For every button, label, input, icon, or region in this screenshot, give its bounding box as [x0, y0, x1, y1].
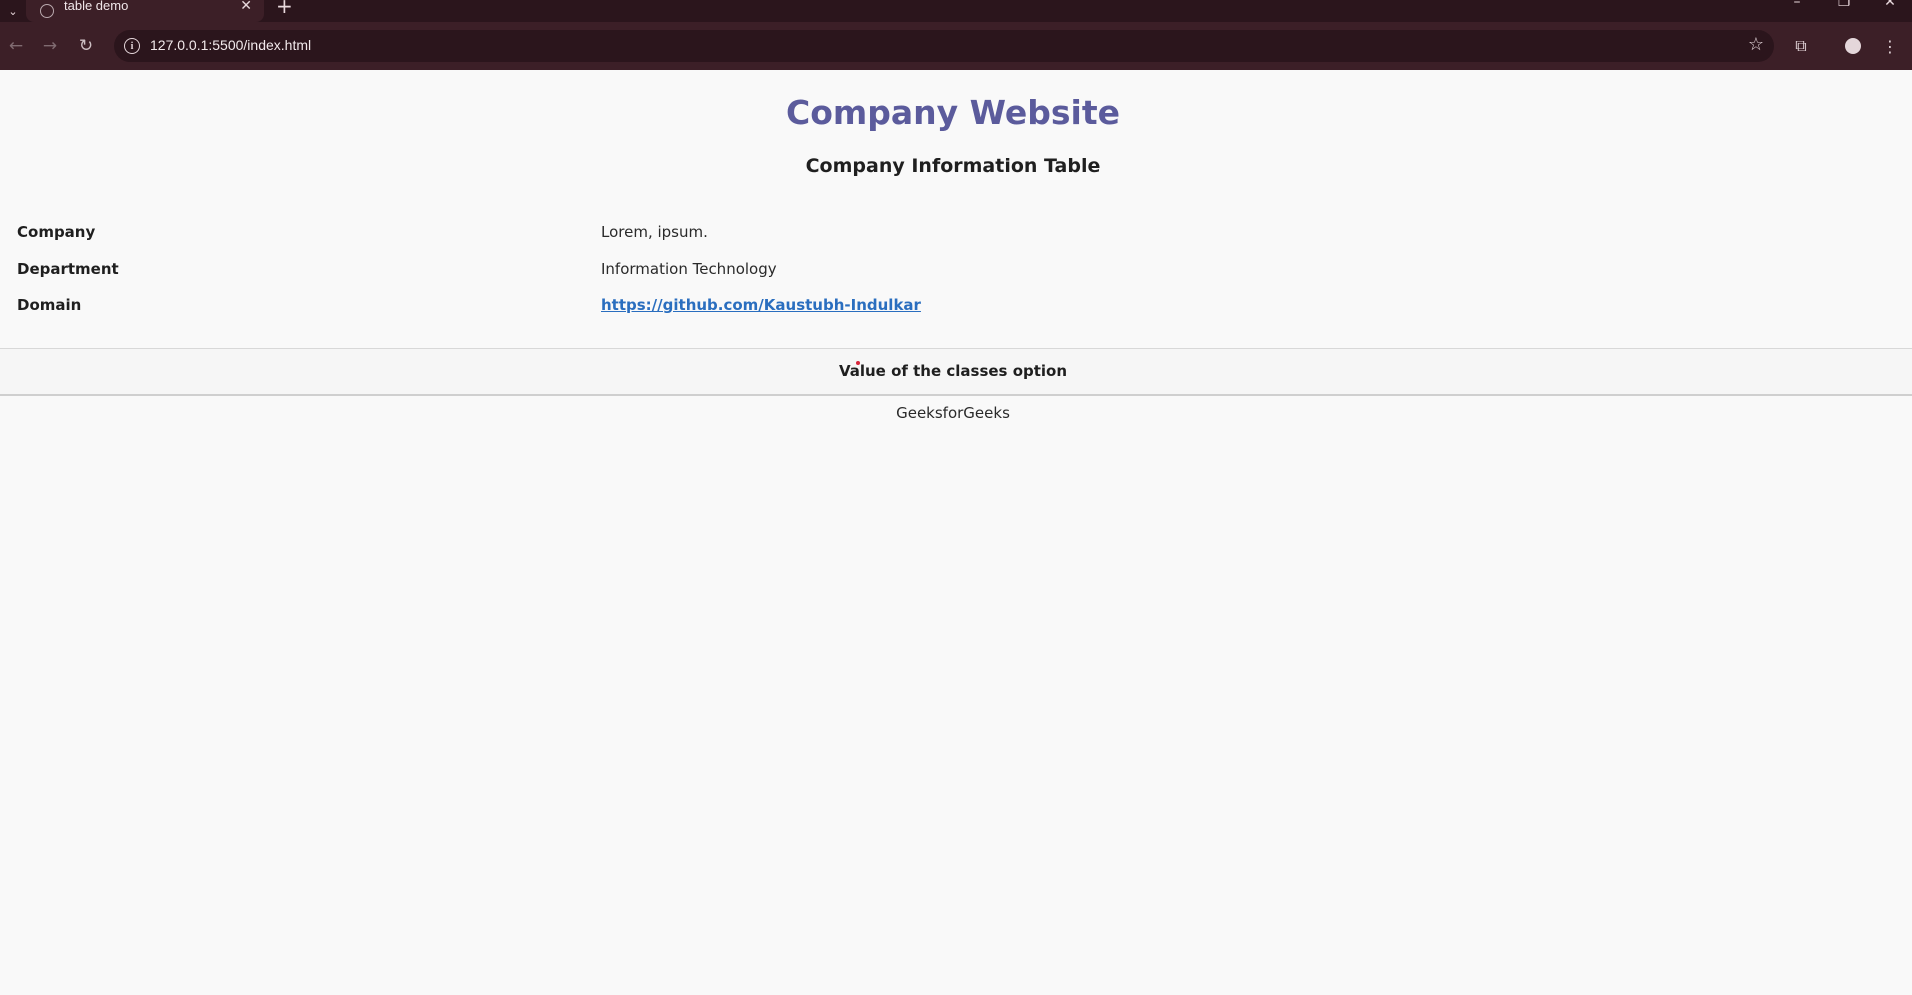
kebab-menu-icon: ⋮ — [1882, 36, 1898, 56]
table-row-company: Company Lorem, ipsum. — [0, 223, 1912, 253]
arrow-left-icon: ← — [8, 36, 24, 56]
reload-icon: ↻ — [78, 36, 94, 56]
extensions-button[interactable]: ⧉ — [1789, 34, 1813, 58]
address-bar[interactable]: i 127.0.0.1:5500/index.html ☆ — [114, 30, 1774, 62]
new-tab-button[interactable]: + — [276, 0, 293, 18]
reload-button[interactable]: ↻ — [74, 34, 98, 58]
tab-strip: ⌄ table demo ✕ + – ❐ ✕ — [0, 0, 1912, 22]
close-window-icon[interactable]: ✕ — [1875, 0, 1905, 10]
row-value: Information Technology — [601, 260, 777, 278]
browser-toolbar: ← → ↻ i 127.0.0.1:5500/index.html ☆ ⧉ ⋮ — [0, 22, 1912, 70]
row-value-container: https://github.com/Kaustubh-Indulkar — [601, 296, 921, 314]
domain-link[interactable]: https://github.com/Kaustubh-Indulkar — [601, 296, 921, 314]
chevron-down-icon: ⌄ — [8, 4, 18, 18]
browser-tab[interactable]: table demo ✕ — [26, 0, 264, 22]
minimize-icon[interactable]: – — [1782, 0, 1812, 10]
globe-icon — [40, 4, 54, 18]
restore-icon[interactable]: ❐ — [1829, 0, 1859, 10]
back-button[interactable]: ← — [4, 34, 28, 58]
url-text[interactable]: 127.0.0.1:5500/index.html — [150, 37, 311, 53]
star-icon[interactable]: ☆ — [1748, 34, 1764, 55]
tab-search-button[interactable]: ⌄ — [0, 0, 26, 22]
page-content: Company Website Company Information Tabl… — [0, 70, 1912, 995]
table-caption: Company Information Table — [805, 155, 1101, 177]
browser-menu-button[interactable]: ⋮ — [1878, 34, 1902, 58]
close-icon[interactable]: ✕ — [240, 0, 252, 14]
arrow-right-icon: → — [42, 36, 58, 56]
info-icon[interactable]: i — [124, 38, 140, 54]
person-icon — [1845, 38, 1861, 54]
row-value: Lorem, ipsum. — [601, 223, 708, 241]
table-row-department: Department Information Technology — [0, 260, 1912, 290]
row-label: Company — [17, 223, 96, 241]
puzzle-icon: ⧉ — [1795, 36, 1807, 55]
forward-button[interactable]: → — [38, 34, 62, 58]
tab-title: table demo — [64, 0, 129, 13]
page-title: Company Website — [786, 93, 1120, 132]
cursor-marker — [856, 361, 860, 365]
profile-button[interactable] — [1841, 34, 1865, 58]
row-label: Domain — [17, 296, 82, 314]
classes-option-text: Value of the classes option — [838, 362, 1068, 380]
table-row-domain: Domain https://github.com/Kaustubh-Indul… — [0, 296, 1912, 326]
classes-option-bar: Value of the classes option — [0, 348, 1912, 396]
row-label: Department — [17, 260, 119, 278]
credit-text: GeeksforGeeks — [896, 404, 1010, 422]
